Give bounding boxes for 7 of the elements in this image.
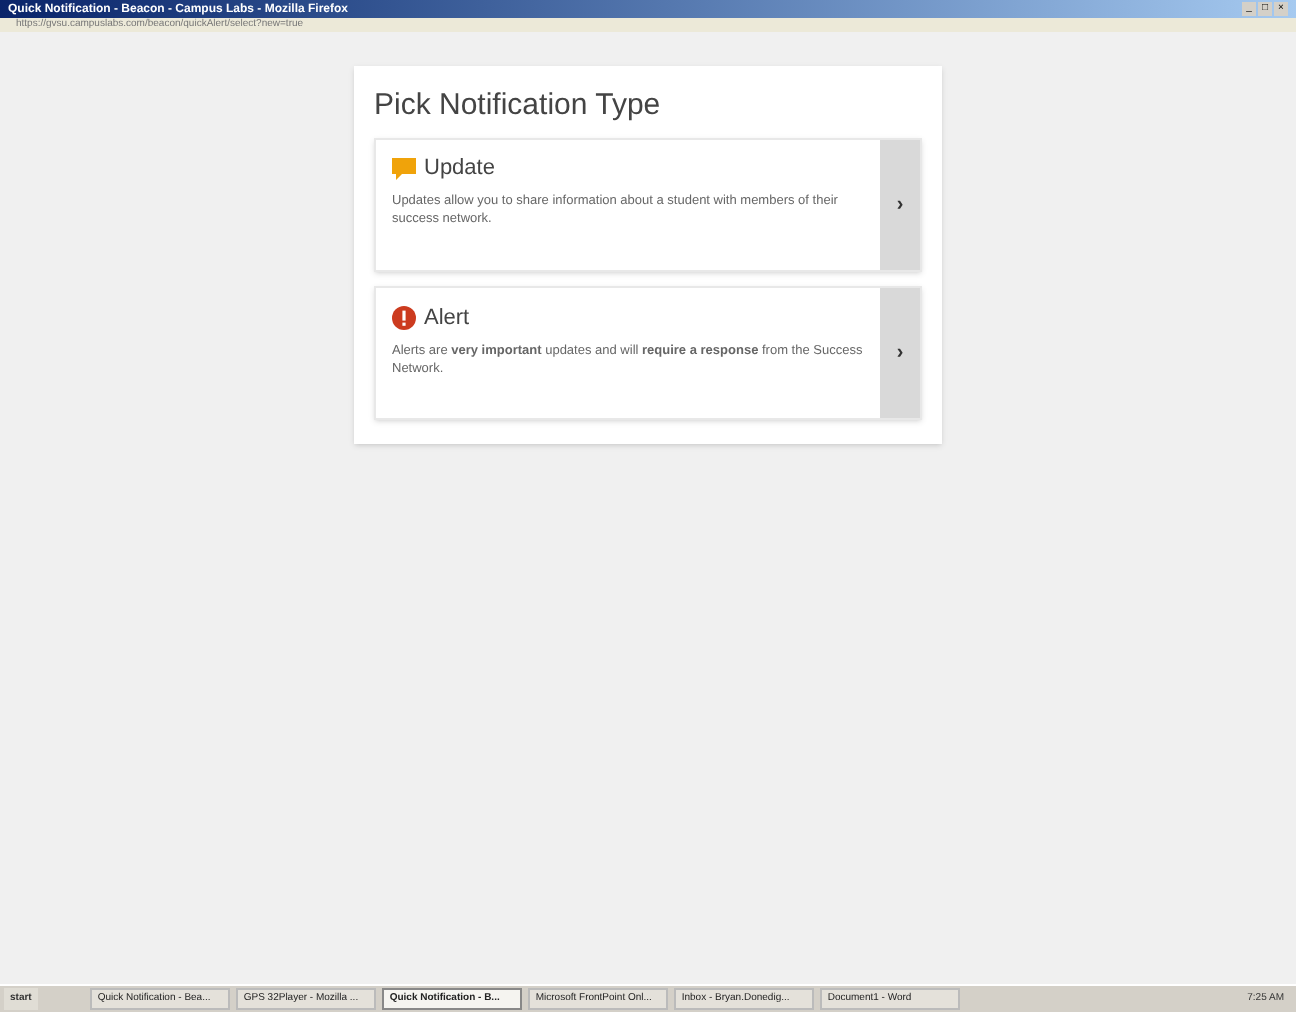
chevron-button[interactable]: › — [880, 140, 920, 270]
panel-title: Pick Notification Type — [374, 90, 663, 120]
exclamation-icon — [392, 306, 416, 330]
option-title: Alert — [424, 307, 470, 329]
chevron-button[interactable]: › — [880, 288, 920, 418]
speech-bubble-icon — [392, 158, 416, 180]
option-title: Update — [424, 158, 495, 180]
